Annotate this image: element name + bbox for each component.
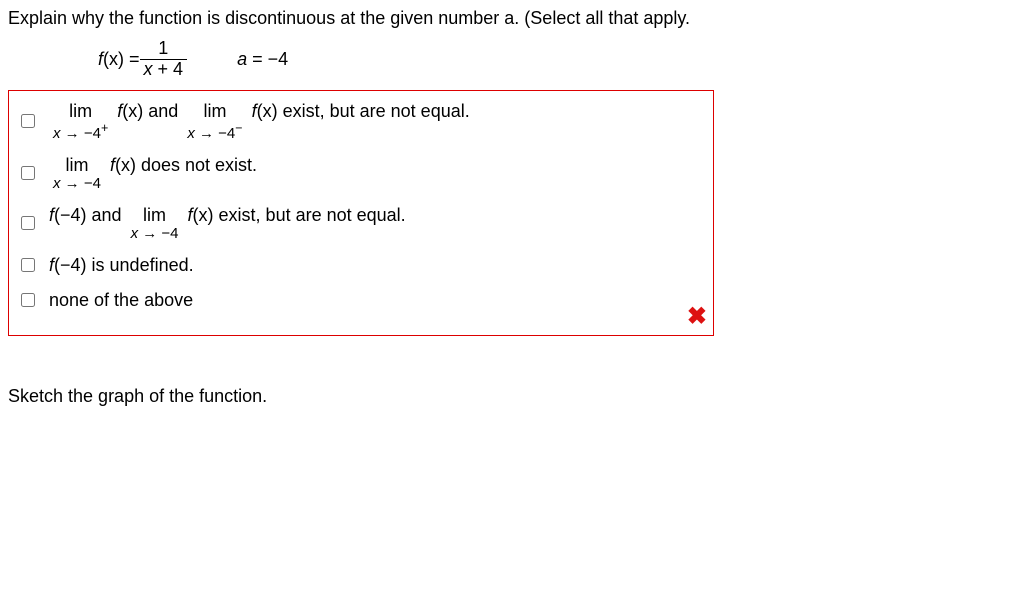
lim-sub: x → −4 <box>131 226 179 241</box>
fx-eq: (x) = <box>103 49 140 70</box>
limit-two-sided: lim x → −4 <box>131 206 179 241</box>
den-x: x <box>144 59 153 79</box>
option-3-content: f(−4) and lim x → −4 f(x) exist, but are… <box>49 205 406 241</box>
a-value: a = −4 <box>237 49 288 70</box>
option-4: f(−4) is undefined. <box>17 255 711 276</box>
option-5: none of the above <box>17 290 711 311</box>
lim-label: lim <box>65 156 88 174</box>
lim-x: x <box>187 125 195 142</box>
fx-x: (x) <box>193 205 214 225</box>
lim-rest: → −4 <box>61 175 101 192</box>
formula-row: f(x) = 1 x + 4 a = −4 <box>98 39 1016 80</box>
lim-sub: x → −4− <box>187 122 242 141</box>
lim-x: x <box>53 175 61 192</box>
tail-text: is undefined. <box>87 255 194 275</box>
fraction: 1 x + 4 <box>140 39 188 80</box>
option-1: lim x → −4+ f(x) and lim x → −4− f(x) ex… <box>17 101 711 141</box>
checkbox-1[interactable] <box>21 114 35 128</box>
option-3: f(−4) and lim x → −4 f(x) exist, but are… <box>17 205 711 241</box>
tail-text: does not exist. <box>136 155 257 175</box>
limit-right: lim x → −4+ <box>53 102 108 141</box>
lim-x: x <box>53 125 61 142</box>
option-5-content: none of the above <box>49 290 193 311</box>
tail-text: exist, but are not equal. <box>214 205 406 225</box>
numerator: 1 <box>154 39 172 59</box>
lim-rest: → −4 <box>138 225 178 242</box>
denominator: x + 4 <box>140 59 188 80</box>
option-2-content: lim x → −4 f(x) does not exist. <box>49 155 257 191</box>
checkbox-4[interactable] <box>21 258 35 272</box>
a-symbol: a <box>237 49 247 69</box>
sketch-label: Sketch the graph of the function. <box>8 386 267 406</box>
fx-x: (x) <box>257 101 278 121</box>
incorrect-icon: ✖ <box>687 302 707 331</box>
sketch-prompt: Sketch the graph of the function. <box>8 386 1016 407</box>
limit-left: lim x → −4− <box>187 102 242 141</box>
lim-label: lim <box>203 102 226 120</box>
and-text: and <box>87 205 127 225</box>
option-4-content: f(−4) is undefined. <box>49 255 194 276</box>
question-label: Explain why the function is discontinuou… <box>8 8 690 28</box>
option-1-content: lim x → −4+ f(x) and lim x → −4− f(x) ex… <box>49 101 470 141</box>
lim-rest: → −4 <box>195 125 235 142</box>
a-eq: = −4 <box>247 49 288 69</box>
and-text: and <box>143 101 183 121</box>
lim-sub: x → −4 <box>53 176 101 191</box>
fa-arg: (−4) <box>54 205 87 225</box>
lim-sub: x → −4+ <box>53 122 108 141</box>
checkbox-5[interactable] <box>21 293 35 307</box>
lim-sup: − <box>235 121 242 135</box>
lim-x: x <box>131 225 139 242</box>
lim-rest: → −4 <box>61 125 101 142</box>
lim-label: lim <box>143 206 166 224</box>
tail-text: exist, but are not equal. <box>278 101 470 121</box>
answer-box: lim x → −4+ f(x) and lim x → −4− f(x) ex… <box>8 90 714 336</box>
checkbox-2[interactable] <box>21 166 35 180</box>
option-2: lim x → −4 f(x) does not exist. <box>17 155 711 191</box>
limit-two-sided: lim x → −4 <box>53 156 101 191</box>
den-rest: + 4 <box>153 59 184 79</box>
fx-x: (x) <box>122 101 143 121</box>
question-text: Explain why the function is discontinuou… <box>8 8 1016 29</box>
fx-x: (x) <box>115 155 136 175</box>
lim-sup: + <box>101 121 108 135</box>
checkbox-3[interactable] <box>21 216 35 230</box>
function-definition: f(x) = 1 x + 4 <box>98 39 187 80</box>
fa-arg: (−4) <box>54 255 87 275</box>
lim-label: lim <box>69 102 92 120</box>
